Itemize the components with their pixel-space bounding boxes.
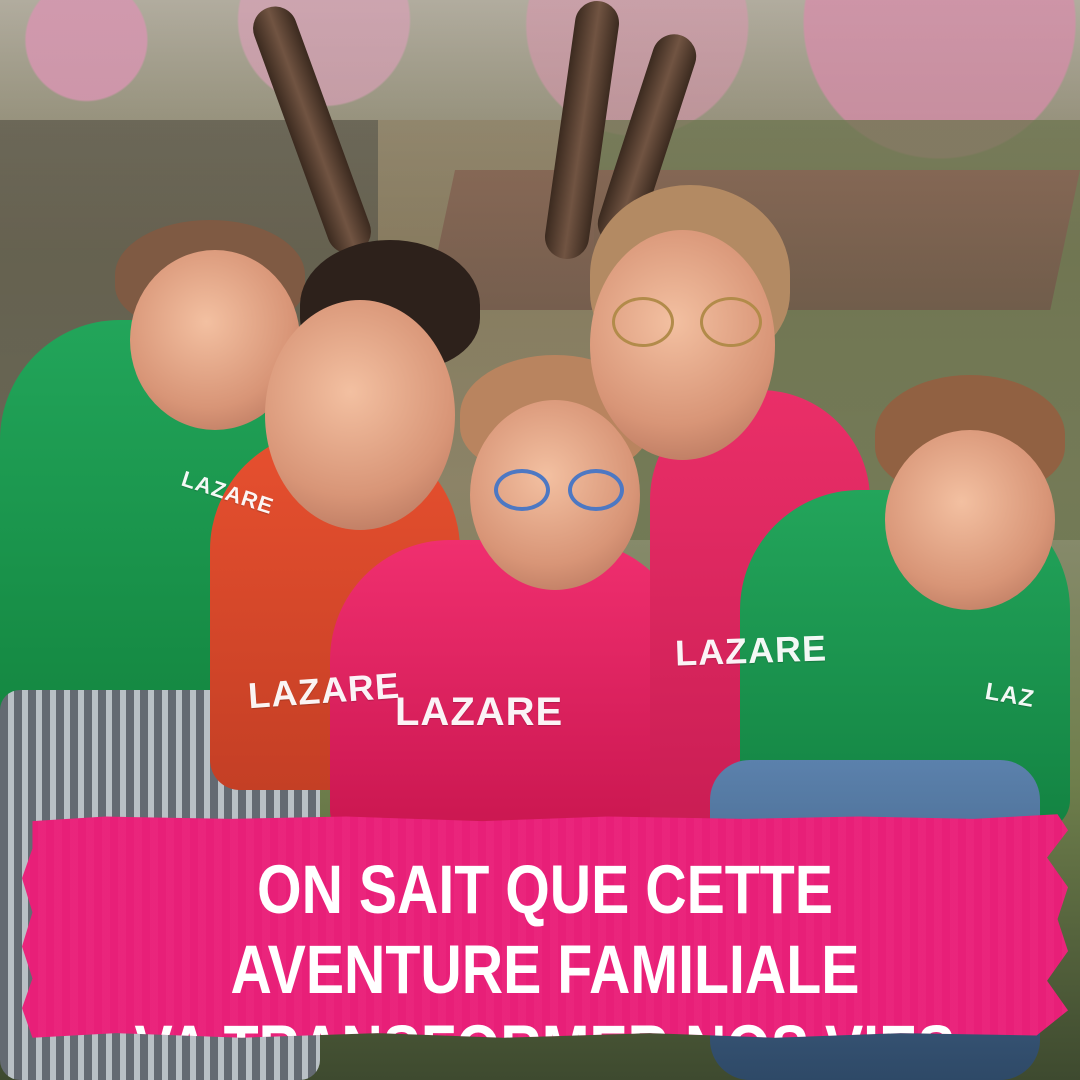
hoodie-logo: LAZARE [395,690,564,734]
father-face [265,300,455,530]
social-post-image: LAZARE LAZARE LAZARE LAZARE LAZ ON SAIT … [0,0,1080,1080]
toddler-face [885,430,1055,610]
quote-banner: ON SAIT QUE CETTE AVENTURE FAMILIALE VA … [22,814,1068,1038]
blue-glasses [494,469,624,511]
round-glasses [612,297,762,352]
banner-line-1: ON SAIT QUE CETTE AVENTURE FAMILIALE [230,851,860,1008]
hoodie-logo: LAZARE [674,627,828,674]
